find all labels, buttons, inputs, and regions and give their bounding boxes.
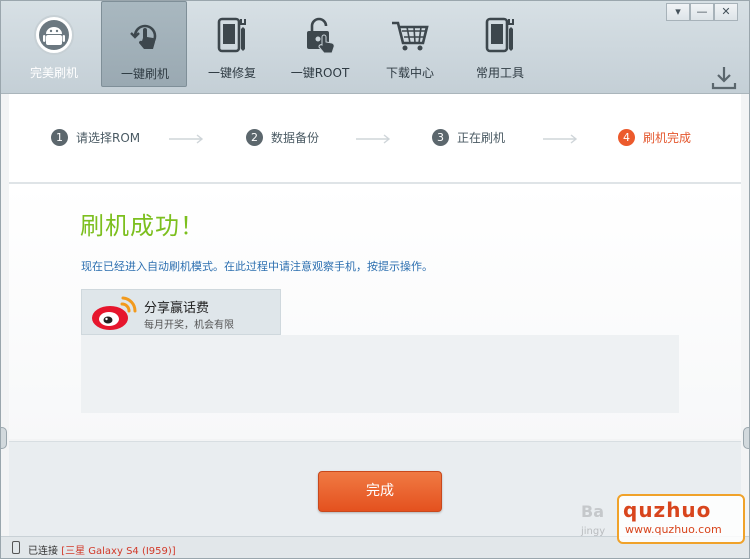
info-panel (81, 335, 679, 413)
step-flashing: 3 正在刷机 (432, 129, 505, 147)
result-description: 现在已经进入自动刷机模式。在此过程中请注意观察手机，按提示操作。 (81, 260, 433, 273)
android-icon (34, 15, 74, 55)
nav-label: 一键刷机 (120, 67, 169, 81)
nav-common-tools[interactable]: 常用工具 (457, 1, 543, 87)
weibo-icon (92, 296, 137, 330)
tools-icon (485, 17, 514, 53)
share-subtitle: 每月开奖，机会有限 (144, 320, 234, 331)
device-name: [三星 Galaxy S4 (I959)] (61, 546, 176, 557)
arrow-right-icon (543, 134, 578, 144)
watermark-jingyan: jingy (581, 526, 606, 537)
nav-perfect-flash[interactable]: 完美刷机 (11, 1, 97, 87)
watermark: Ba jingy quzhuo www.quzhuo.com (581, 494, 746, 546)
shopping-cart-icon (392, 21, 429, 51)
done-button[interactable]: 完成 (318, 471, 442, 512)
success-title: 刷机成功！ (80, 212, 205, 240)
step-label: 刷机完成 (643, 131, 692, 145)
close-button[interactable]: ✕ (714, 3, 738, 21)
step-label: 正在刷机 (457, 131, 506, 145)
download-icon[interactable] (711, 65, 737, 91)
phone-icon (12, 541, 20, 554)
step-select-rom: 1 请选择ROM (51, 129, 140, 147)
arrow-right-icon (356, 134, 391, 144)
connection-status: 已连接 [三星 Galaxy S4 (I959)] (28, 542, 176, 557)
main-toolbar: 完美刷机 一键刷机 一键修复 一键ROOT 下载中心 常用工具 ▾ — ✕ (1, 1, 749, 94)
right-resize-handle[interactable] (743, 427, 749, 449)
nav-download-center[interactable]: 下载中心 (367, 1, 453, 87)
status-prefix: 已连接 (28, 546, 58, 557)
nav-one-click-root[interactable]: 一键ROOT (277, 1, 363, 87)
refresh-hand-icon (130, 24, 157, 49)
watermark-url: www.quzhuo.com (625, 523, 722, 536)
nav-label: 下载中心 (385, 66, 434, 80)
share-title: 分享赢话费 (144, 301, 210, 316)
step-number: 2 (246, 129, 263, 146)
step-data-backup: 2 数据备份 (246, 129, 319, 147)
result-panel: 刷机成功！ 现在已经进入自动刷机模式。在此过程中请注意观察手机，按提示操作。 分… (9, 184, 741, 439)
watermark-brand: quzhuo (623, 498, 712, 522)
step-number: 4 (618, 129, 635, 146)
menu-button[interactable]: ▾ (666, 3, 690, 21)
step-label: 请选择ROM (76, 131, 141, 145)
left-resize-handle[interactable] (1, 427, 7, 449)
minimize-button[interactable]: — (690, 3, 714, 21)
nav-label: 常用工具 (475, 66, 524, 80)
nav-one-click-flash[interactable]: 一键刷机 (101, 1, 187, 87)
nav-one-click-repair[interactable]: 一键修复 (189, 1, 275, 87)
phone-wrench-icon (217, 17, 246, 53)
arrow-right-icon (169, 134, 204, 144)
share-weibo-button[interactable]: 分享赢话费 每月开奖，机会有限 (81, 289, 281, 335)
nav-label: 一键修复 (207, 66, 256, 80)
step-number: 1 (51, 129, 68, 146)
step-flash-complete: 4 刷机完成 (618, 129, 691, 147)
nav-label: 一键ROOT (290, 66, 350, 80)
lock-hand-icon (307, 17, 335, 54)
step-number: 3 (432, 129, 449, 146)
nav-label: 完美刷机 (29, 66, 78, 80)
watermark-bai: Ba (581, 502, 604, 521)
app-window: 完美刷机 一键刷机 一键修复 一键ROOT 下载中心 常用工具 ▾ — ✕ 1 … (0, 0, 750, 559)
step-label: 数据备份 (271, 131, 320, 145)
progress-steps: 1 请选择ROM 2 数据备份 3 正在刷机 4 刷机完成 (9, 94, 741, 184)
